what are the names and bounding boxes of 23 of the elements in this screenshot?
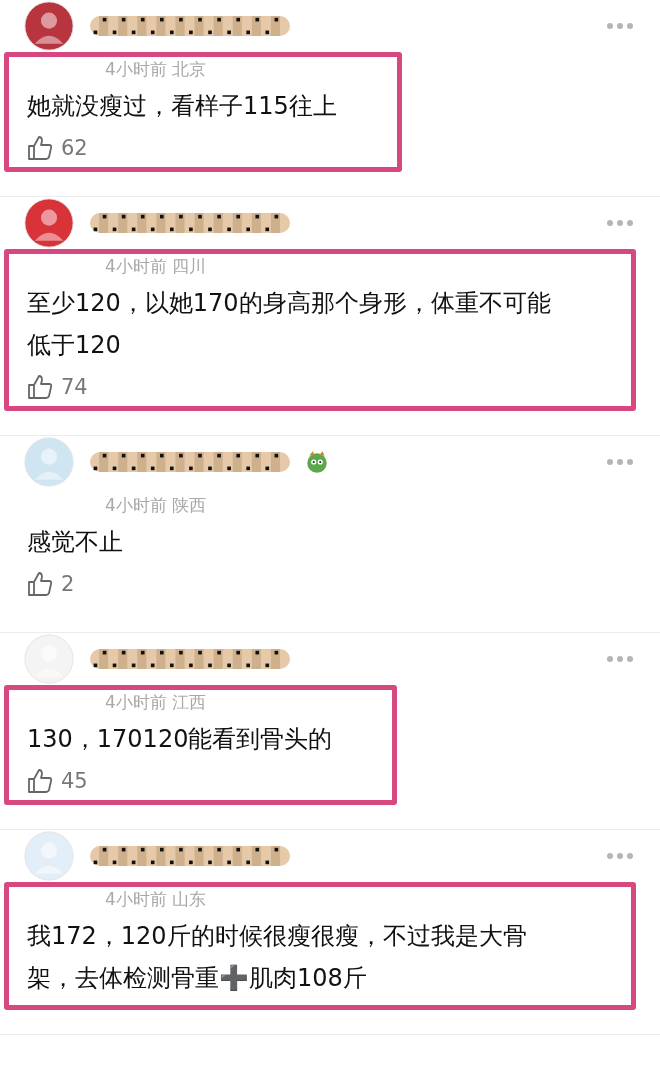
thumbs-up-icon[interactable] xyxy=(27,571,53,597)
more-icon[interactable] xyxy=(606,219,634,227)
like-count: 74 xyxy=(61,375,88,399)
more-icon[interactable] xyxy=(606,22,634,30)
like-count: 2 xyxy=(61,572,75,596)
thumbs-up-icon[interactable] xyxy=(27,374,53,400)
comment-text: 她就没瘦过，看样子115往上 xyxy=(27,91,337,122)
comment-meta: 4小时前 陕西 xyxy=(105,494,207,517)
like-count: 45 xyxy=(61,769,88,793)
more-icon[interactable] xyxy=(606,655,634,663)
comment-text: 130，170120能看到骨头的 xyxy=(27,724,333,755)
comment-text: 我172，120斤的时候很瘦很瘦，不过我是大骨架，去体检测骨重➕肌肉108斤 xyxy=(27,921,528,994)
thumbs-up-icon[interactable] xyxy=(27,768,53,794)
comment-meta: 4小时前 江西 xyxy=(105,691,208,714)
comment-meta: 4小时前 北京 xyxy=(105,58,208,81)
more-icon[interactable] xyxy=(606,458,634,466)
comment-text: 感觉不止 xyxy=(27,527,124,558)
comment-meta: 4小时前 四川 xyxy=(105,255,208,278)
comment-text: 至少120，以她170的身高那个身形，体重不可能低于120 xyxy=(27,288,552,361)
thumbs-up-icon[interactable] xyxy=(27,135,53,161)
like-count: 62 xyxy=(61,136,88,160)
comment-meta: 4小时前 山东 xyxy=(105,888,208,911)
more-icon[interactable] xyxy=(606,852,634,860)
